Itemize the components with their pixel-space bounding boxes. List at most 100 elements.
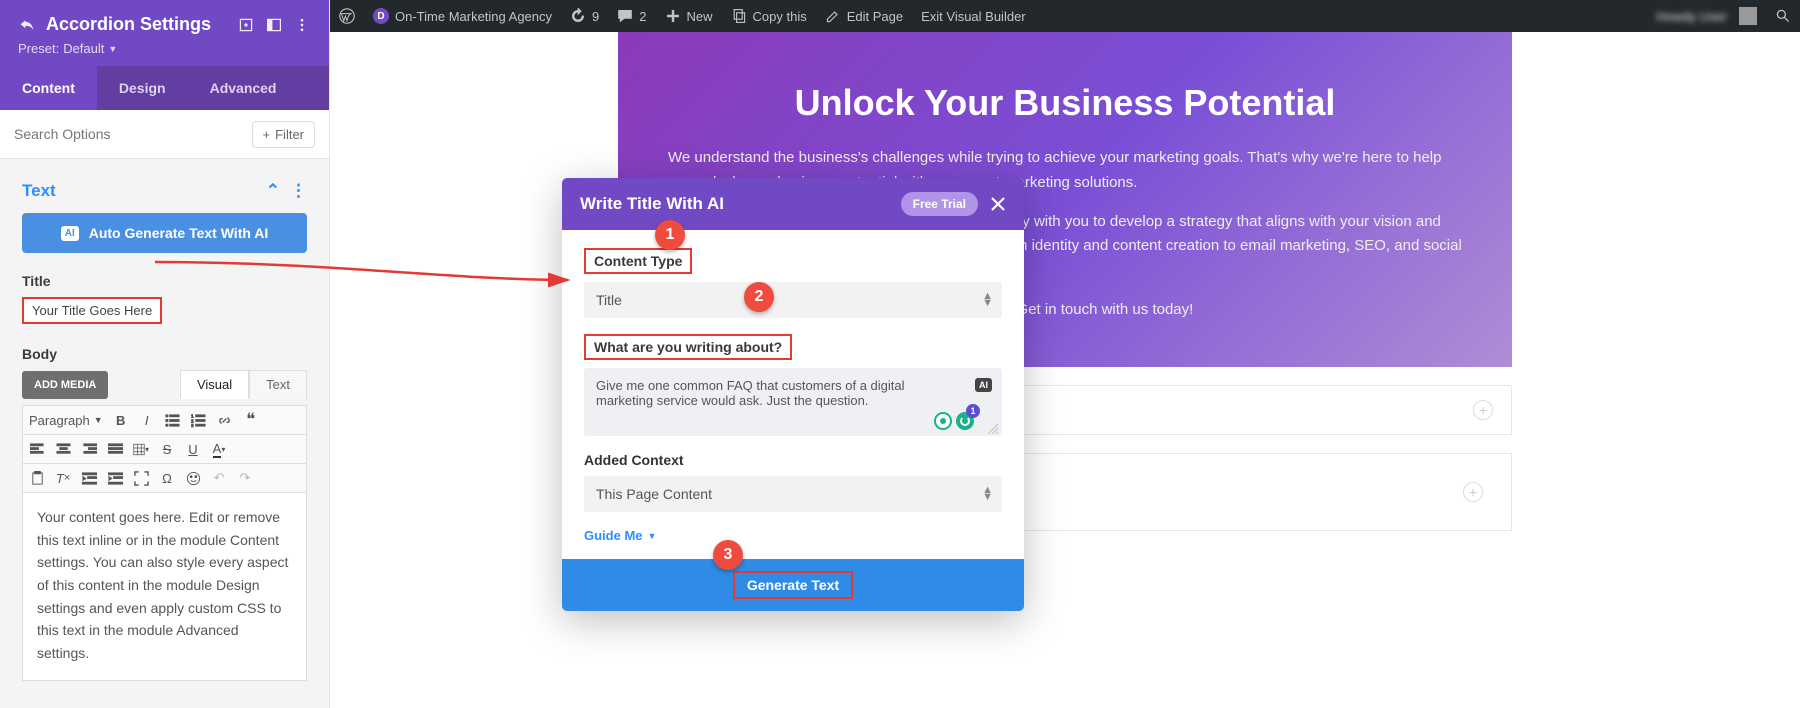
title-input[interactable]: Your Title Goes Here: [22, 297, 162, 324]
bold-button[interactable]: B: [113, 412, 129, 428]
fullscreen-button[interactable]: [133, 470, 149, 486]
editor-toolbar-row-1: Paragraph ▼ B I 123 ❝: [22, 405, 307, 435]
site-name: On-Time Marketing Agency: [395, 9, 552, 24]
section-kebab-icon[interactable]: ⋮: [290, 181, 307, 201]
ul-button[interactable]: [165, 412, 181, 428]
outdent-button[interactable]: [81, 470, 97, 486]
special-char-button[interactable]: Ω: [159, 470, 175, 486]
annotation-bubble-2: 2: [744, 282, 774, 312]
strike-button[interactable]: S: [159, 441, 175, 457]
layout-icon: [266, 17, 282, 33]
resize-grip-icon: [988, 424, 998, 434]
guide-me-link[interactable]: Guide Me ▼: [584, 528, 1002, 543]
user-menu[interactable]: Howdy User: [1647, 0, 1766, 32]
wp-admin-bar: D On-Time Marketing Agency 9 2 New Copy …: [330, 0, 1800, 32]
add-media-button[interactable]: ADD MEDIA: [22, 371, 108, 399]
annotation-bubble-3: 3: [713, 540, 743, 570]
accordion-expand-icon: +: [1463, 482, 1483, 502]
added-context-select[interactable]: This Page Content ▲▼: [584, 476, 1002, 512]
comment-icon: [617, 8, 633, 24]
quote-button[interactable]: ❝: [243, 412, 259, 428]
italic-button[interactable]: I: [139, 412, 155, 428]
ol-button[interactable]: 123: [191, 412, 207, 428]
body-textarea[interactable]: Your content goes here. Edit or remove t…: [22, 493, 307, 681]
focus-icon: [238, 17, 254, 33]
ai-badge-icon: AI: [61, 226, 79, 241]
new-link[interactable]: New: [656, 0, 722, 32]
align-left-button[interactable]: [29, 441, 45, 457]
grammarly-logo-icon: 1: [956, 412, 974, 430]
select-arrows-icon: ▲▼: [982, 487, 990, 500]
divi-site-link[interactable]: D On-Time Marketing Agency: [364, 0, 561, 32]
close-button[interactable]: [990, 196, 1006, 212]
indent-button[interactable]: [107, 470, 123, 486]
paste-button[interactable]: [29, 470, 45, 486]
clone-link[interactable]: Copy this: [722, 0, 816, 32]
align-center-button[interactable]: [55, 441, 71, 457]
writing-about-label: What are you writing about?: [584, 334, 792, 360]
ai-modal-title: Write Title With AI: [580, 194, 724, 214]
edit-page-link[interactable]: Edit Page: [816, 0, 912, 32]
clear-format-button[interactable]: T×: [55, 470, 71, 486]
preset-selector[interactable]: Preset: Default ▼: [18, 41, 311, 56]
align-justify-button[interactable]: [107, 441, 123, 457]
tab-content[interactable]: Content: [0, 66, 97, 110]
textcolor-button[interactable]: A▾: [211, 441, 227, 457]
section-text-header[interactable]: Text ⌃ ⋮: [22, 181, 307, 201]
ai-modal-header: Write Title With AI Free Trial: [562, 178, 1024, 230]
undo-button[interactable]: ↶: [211, 470, 227, 486]
wp-logo[interactable]: [330, 0, 364, 32]
close-icon: [990, 196, 1006, 212]
triangle-down-icon: ▼: [648, 531, 657, 541]
generate-bar: Generate Text: [562, 559, 1024, 611]
updates-count: 9: [592, 9, 599, 24]
search-toggle[interactable]: [1766, 0, 1800, 32]
hero-title: Unlock Your Business Potential: [668, 82, 1462, 124]
caret-down-icon: ▼: [108, 44, 117, 54]
table-button[interactable]: ▾: [133, 441, 149, 457]
wordpress-icon: [339, 8, 355, 24]
ai-modal: Write Title With AI Free Trial Content T…: [562, 178, 1024, 611]
editor-mode-visual[interactable]: Visual: [180, 370, 249, 399]
auto-generate-ai-button[interactable]: AI Auto Generate Text With AI: [22, 213, 307, 253]
search-input[interactable]: [14, 120, 242, 148]
exit-builder-link[interactable]: Exit Visual Builder: [912, 0, 1035, 32]
more-button[interactable]: [293, 16, 311, 34]
comments-link[interactable]: 2: [608, 0, 655, 32]
settings-tabs: Content Design Advanced: [0, 66, 329, 110]
undo-arrow-icon: [19, 17, 35, 33]
back-button[interactable]: [18, 16, 36, 34]
content-type-select[interactable]: Title ▲▼: [584, 282, 1002, 318]
dock-button[interactable]: [265, 16, 283, 34]
generate-text-button[interactable]: Generate Text: [733, 571, 853, 599]
editor-mode-text[interactable]: Text: [249, 370, 307, 399]
redo-button[interactable]: ↷: [237, 470, 253, 486]
svg-text:3: 3: [191, 423, 194, 428]
ai-badge-icon: AI: [975, 378, 992, 392]
body-label: Body: [22, 346, 307, 362]
divi-logo-icon: D: [373, 8, 389, 24]
sidebar-toolbar: + Filter: [0, 110, 329, 159]
page-canvas: Unlock Your Business Potential We unders…: [330, 32, 1800, 708]
emoji-button[interactable]: [185, 470, 201, 486]
link-button[interactable]: [217, 412, 233, 428]
refresh-icon: [570, 8, 586, 24]
tab-advanced[interactable]: Advanced: [188, 66, 299, 110]
align-right-button[interactable]: [81, 441, 97, 457]
format-select[interactable]: Paragraph ▼: [29, 413, 103, 428]
updates-link[interactable]: 9: [561, 0, 608, 32]
prompt-textarea[interactable]: Give me one common FAQ that customers of…: [584, 368, 1002, 436]
collapse-icon[interactable]: ⌃: [266, 181, 280, 201]
grammarly-widget[interactable]: 1: [934, 412, 974, 430]
responsive-button[interactable]: [237, 16, 255, 34]
underline-button[interactable]: U: [185, 441, 201, 457]
filter-button[interactable]: + Filter: [252, 121, 315, 148]
tab-design[interactable]: Design: [97, 66, 188, 110]
added-context-label: Added Context: [584, 452, 1002, 468]
accordion-expand-icon: +: [1473, 400, 1493, 420]
free-trial-pill[interactable]: Free Trial: [901, 192, 978, 216]
avatar: [1739, 7, 1757, 25]
plus-icon: +: [263, 127, 271, 142]
editor-toolbar-row-2: ▾ S U A▾: [22, 435, 307, 464]
sidebar-header: Accordion Settings Preset: Default ▼: [0, 0, 329, 66]
